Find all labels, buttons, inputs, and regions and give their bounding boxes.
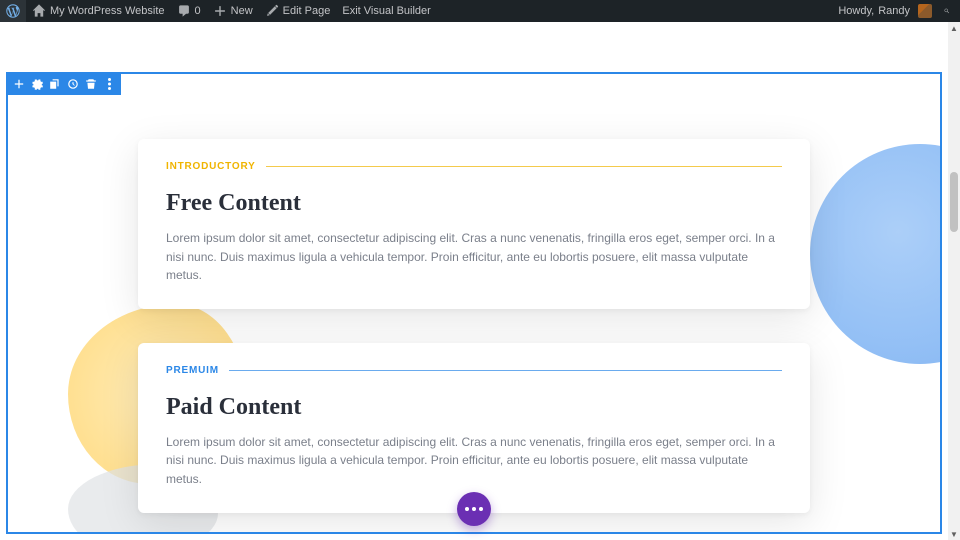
section-delete-button[interactable] bbox=[83, 76, 99, 92]
divider-line bbox=[266, 166, 782, 167]
howdy-prefix: Howdy, bbox=[838, 0, 874, 22]
comments-menu[interactable]: 0 bbox=[171, 0, 207, 22]
card-body: Lorem ipsum dolor sit amet, consectetur … bbox=[166, 229, 782, 285]
comments-count: 0 bbox=[195, 0, 201, 22]
eyebrow-row: PREMUIM bbox=[166, 365, 782, 376]
exit-vb-label: Exit Visual Builder bbox=[342, 0, 430, 22]
scroll-down-arrow[interactable]: ▼ bbox=[948, 528, 960, 540]
dot-icon bbox=[472, 507, 476, 511]
section-add-button[interactable] bbox=[11, 76, 27, 92]
section-save-library-button[interactable] bbox=[65, 76, 81, 92]
plus-icon bbox=[213, 4, 227, 18]
eyebrow-label: PREMUIM bbox=[166, 365, 219, 376]
comment-icon bbox=[177, 4, 191, 18]
new-menu[interactable]: New bbox=[207, 0, 259, 22]
window-scrollbar[interactable]: ▲ ▼ bbox=[948, 22, 960, 540]
home-icon bbox=[32, 4, 46, 18]
dot-icon bbox=[465, 507, 469, 511]
card-introductory[interactable]: INTRODUCTORY Free Content Lorem ipsum do… bbox=[138, 139, 810, 309]
pencil-icon bbox=[265, 4, 279, 18]
builder-fab-button[interactable] bbox=[457, 492, 491, 526]
wp-logo-menu[interactable] bbox=[0, 0, 26, 22]
scroll-up-arrow[interactable]: ▲ bbox=[948, 22, 960, 34]
new-label: New bbox=[231, 0, 253, 22]
section-controls-toolbar bbox=[7, 73, 121, 95]
card-title: Paid Content bbox=[166, 394, 782, 421]
site-name-label: My WordPress Website bbox=[50, 0, 165, 22]
card-body: Lorem ipsum dolor sit amet, consectetur … bbox=[166, 433, 782, 489]
wordpress-icon bbox=[6, 4, 20, 18]
card-premium[interactable]: PREMUIM Paid Content Lorem ipsum dolor s… bbox=[138, 343, 810, 513]
edit-page-menu[interactable]: Edit Page bbox=[259, 0, 337, 22]
exit-visual-builder[interactable]: Exit Visual Builder bbox=[336, 0, 436, 22]
section-more-button[interactable] bbox=[101, 76, 117, 92]
divider-line bbox=[229, 370, 782, 371]
dot-icon bbox=[479, 507, 483, 511]
builder-canvas: INTRODUCTORY Free Content Lorem ipsum do… bbox=[0, 22, 948, 540]
eyebrow-row: INTRODUCTORY bbox=[166, 161, 782, 172]
eyebrow-label: INTRODUCTORY bbox=[166, 161, 256, 172]
cards-column: INTRODUCTORY Free Content Lorem ipsum do… bbox=[8, 74, 940, 513]
howdy-username: Randy bbox=[878, 0, 910, 22]
scrollbar-thumb[interactable] bbox=[950, 172, 958, 232]
card-title: Free Content bbox=[166, 190, 782, 217]
avatar bbox=[918, 4, 932, 18]
section-duplicate-button[interactable] bbox=[47, 76, 63, 92]
admin-bar-search[interactable] bbox=[938, 0, 956, 22]
search-icon bbox=[944, 4, 950, 18]
section-selected[interactable]: INTRODUCTORY Free Content Lorem ipsum do… bbox=[6, 72, 942, 534]
site-name-menu[interactable]: My WordPress Website bbox=[26, 0, 171, 22]
wp-admin-bar: My WordPress Website 0 New Edit Page Exi… bbox=[0, 0, 960, 22]
section-settings-button[interactable] bbox=[29, 76, 45, 92]
howdy-account-menu[interactable]: Howdy, Randy bbox=[832, 0, 938, 22]
edit-page-label: Edit Page bbox=[283, 0, 331, 22]
